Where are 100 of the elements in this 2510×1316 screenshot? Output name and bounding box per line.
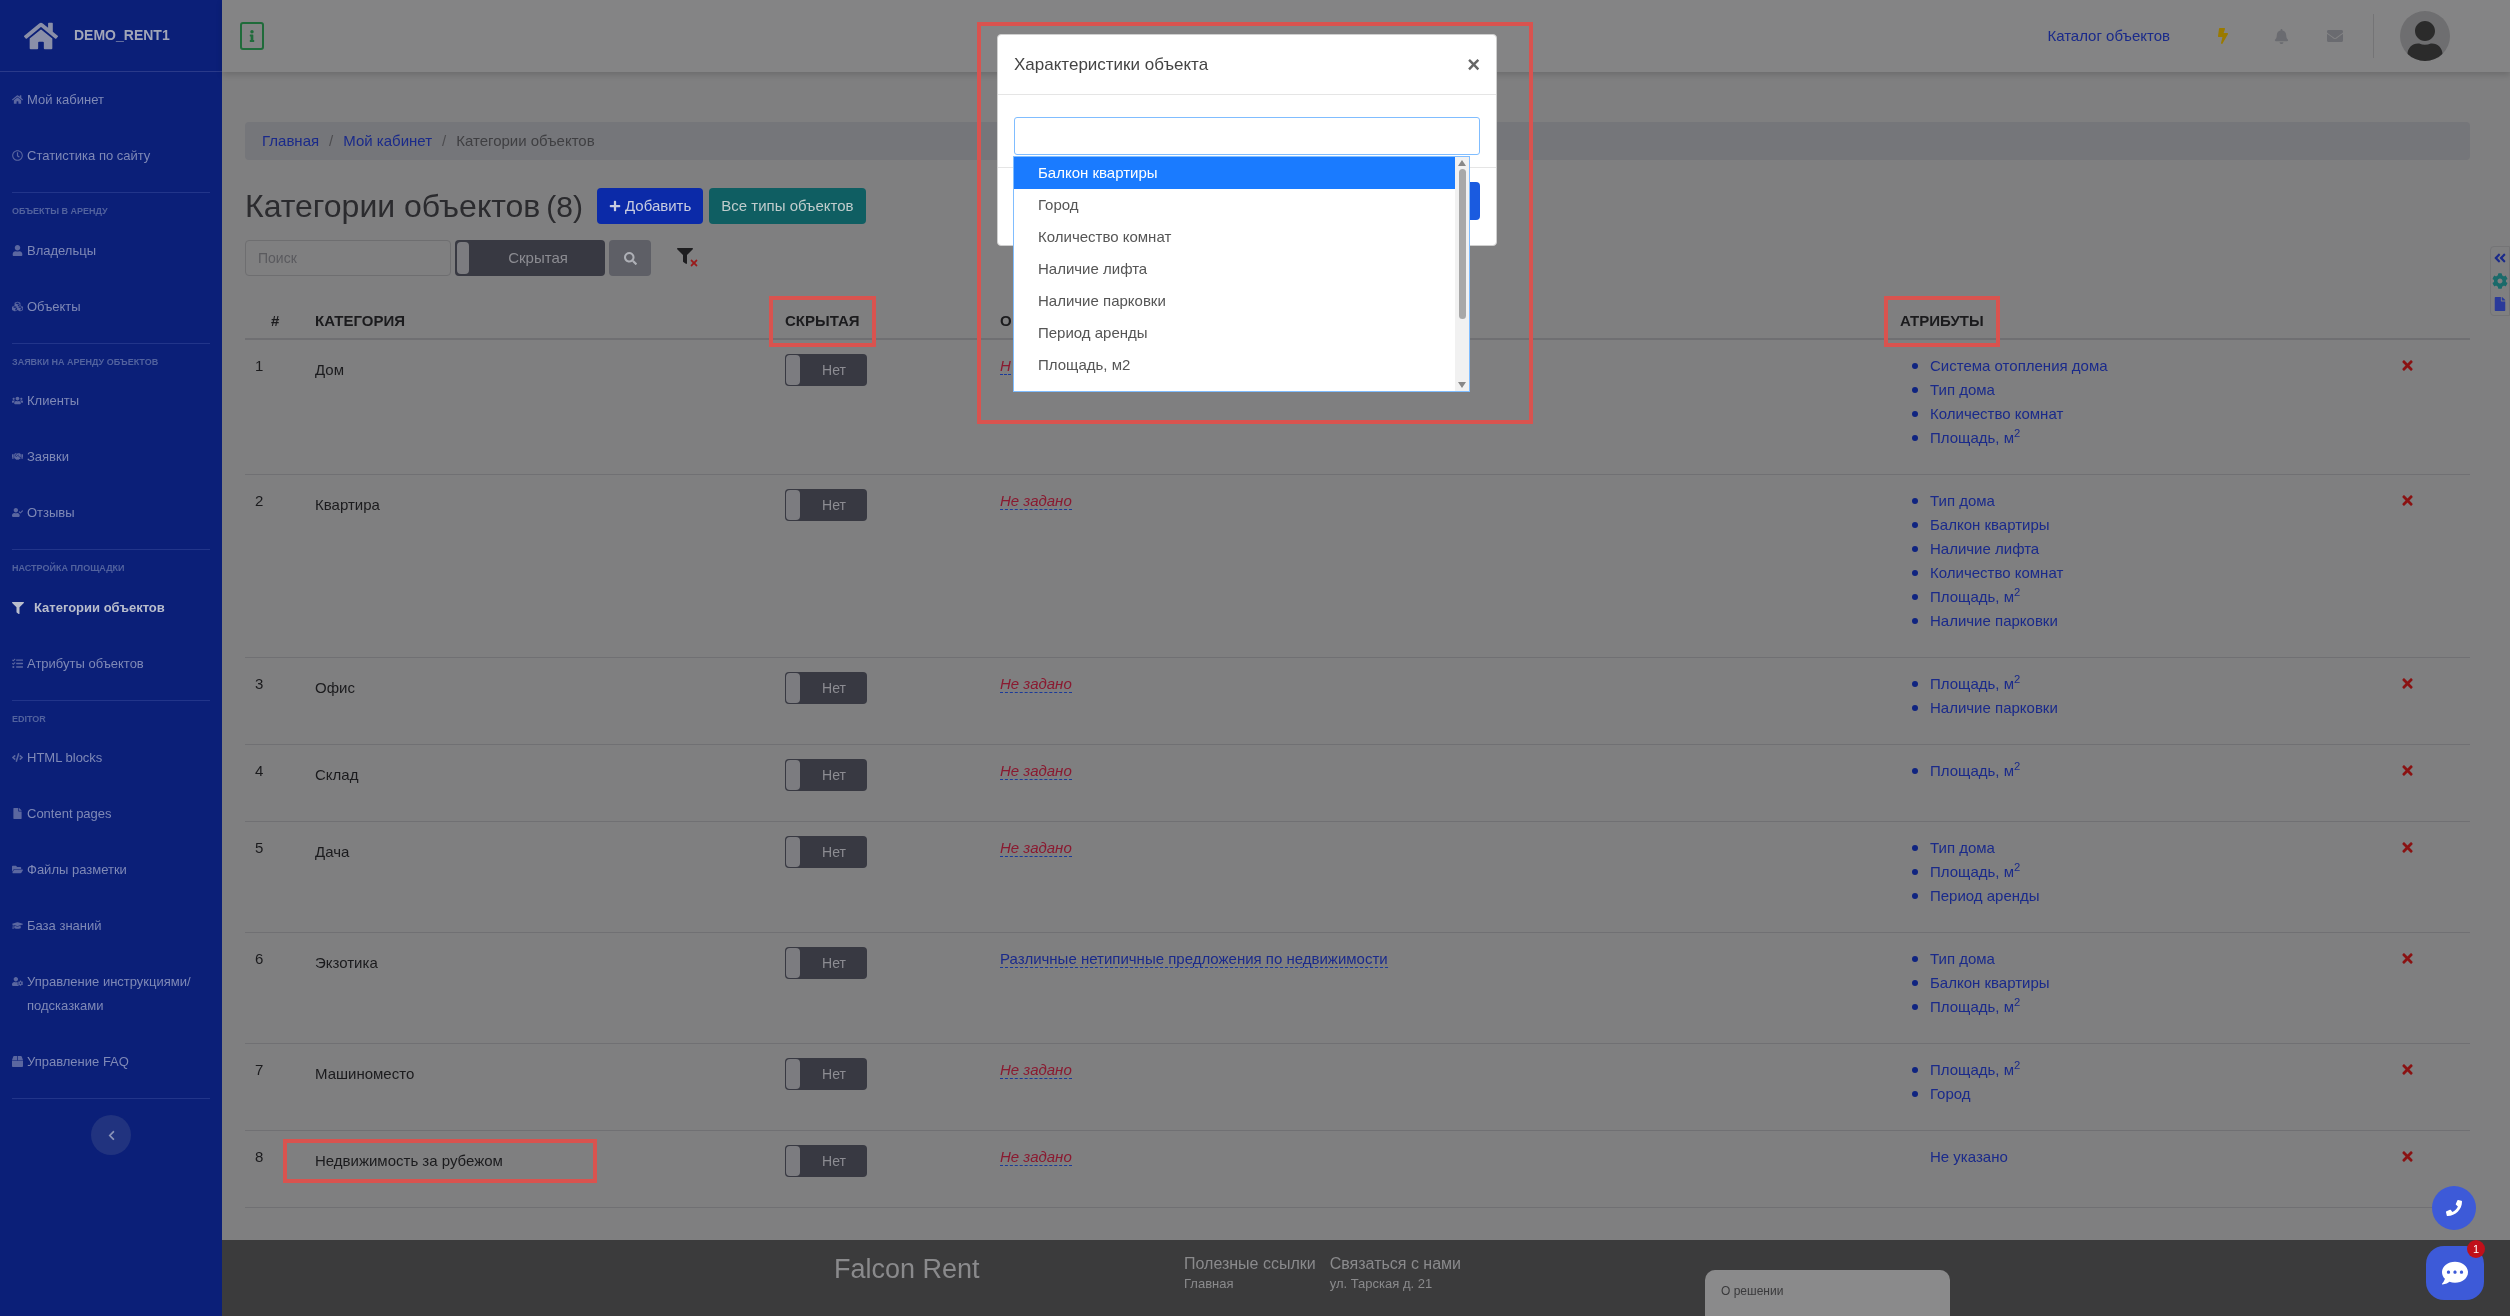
attribute-link[interactable]: Тип дома	[1930, 489, 1995, 513]
sidebar-item[interactable]: Файлы разметки	[12, 842, 210, 898]
description-link[interactable]: Не задано	[1000, 839, 1072, 857]
attribute-link[interactable]: Площадь, м$^{2}$	[1930, 585, 2021, 609]
row-number: 8	[254, 1147, 265, 1167]
sidebar-item[interactable]: Категории объектов	[12, 579, 210, 636]
close-button[interactable]: ×	[1467, 53, 1480, 76]
bell-icon[interactable]	[2274, 28, 2289, 44]
dropdown-option[interactable]: Наличие лифта	[1014, 253, 1455, 285]
attribute-link[interactable]: Площадь, м$^{2}$	[1930, 426, 2021, 450]
add-button[interactable]: Добавить	[597, 188, 704, 224]
clear-filter-icon[interactable]	[677, 248, 699, 268]
toggle-switch[interactable]: Нет	[785, 836, 867, 868]
attribute-link[interactable]: Тип дома	[1930, 947, 1995, 971]
delete-icon[interactable]	[2400, 493, 2415, 508]
toggle-switch[interactable]: Нет	[785, 947, 867, 979]
attribute-link[interactable]: Количество комнат	[1930, 561, 2064, 585]
category-name: Склад	[314, 765, 360, 785]
sidebar-item[interactable]: Заявки	[12, 429, 210, 485]
sidebar-item[interactable]: Атрибуты объектов	[12, 635, 210, 692]
attribute-link[interactable]: Наличие парковки	[1930, 696, 2058, 720]
toggle-switch[interactable]: Нет	[785, 1058, 867, 1090]
attribute-link[interactable]: Площадь, м$^{2}$	[1930, 672, 2021, 696]
toggle-switch[interactable]: Нет	[785, 354, 867, 386]
menu-icon	[12, 657, 23, 669]
attribute-link[interactable]: Наличие лифта	[1930, 537, 2040, 561]
sidebar-item[interactable]: Управление инструкциями/подсказками	[12, 954, 210, 1034]
bullet-icon	[1912, 594, 1918, 600]
attribute-link[interactable]: Система отопления дома	[1930, 354, 2108, 378]
description-link[interactable]: Не задано	[1000, 762, 1072, 780]
sidebar-item[interactable]: Отзывы	[12, 485, 210, 541]
delete-icon[interactable]	[2400, 1149, 2415, 1164]
sidebar-heading: НАСТРОЙКА ПЛОЩАДКИ	[12, 561, 126, 575]
all-types-button[interactable]: Все типы объектов	[709, 188, 866, 224]
attribute-link[interactable]: Площадь, м$^{2}$	[1930, 1058, 2021, 1082]
sidebar-item[interactable]: Content pages	[12, 786, 210, 842]
delete-icon[interactable]	[2400, 358, 2415, 373]
attribute-link[interactable]: Тип дома	[1930, 378, 1995, 402]
dropdown-option[interactable]: Количество комнат	[1014, 221, 1455, 253]
phone-button[interactable]	[2432, 1186, 2476, 1230]
attribute-link[interactable]: Количество комнат	[1930, 402, 2064, 426]
sidebar-item[interactable]: Мой кабинет	[12, 72, 210, 128]
info-button[interactable]	[240, 22, 264, 50]
collapse-sidebar-button[interactable]	[91, 1115, 131, 1155]
column-header: #	[270, 311, 281, 331]
search-button[interactable]	[609, 240, 651, 276]
description-link[interactable]: Различные нетипичные предложения по недвижимости	[1000, 950, 1388, 968]
dropdown-option[interactable]: Площадь, м2	[1014, 349, 1455, 381]
sidebar-item[interactable]: Владельцы	[12, 222, 210, 279]
sidebar-item[interactable]: Объекты	[12, 278, 210, 335]
description-link[interactable]: Не задано	[1000, 1061, 1072, 1079]
select-search-field[interactable]	[1014, 117, 1480, 155]
sidebar-item[interactable]: HTML blocks	[12, 730, 210, 786]
collapse-panel-icon[interactable]	[2493, 251, 2507, 265]
attribute-link[interactable]: Площадь, м$^{2}$	[1930, 995, 2021, 1019]
description-link[interactable]: Не задано	[1000, 1148, 1072, 1166]
breadcrumb-link[interactable]: Мой кабинет	[343, 129, 433, 153]
modal-title: Характеристики объекта	[1014, 53, 1209, 76]
delete-icon[interactable]	[2400, 676, 2415, 691]
delete-icon[interactable]	[2400, 840, 2415, 855]
hidden-filter-toggle[interactable]: Скрытая	[455, 240, 605, 276]
scroll-down-icon[interactable]	[1458, 382, 1466, 388]
description-link[interactable]: Не задано	[1000, 675, 1072, 693]
sidebar-item[interactable]: База знаний	[12, 898, 210, 954]
catalog-link[interactable]: Каталог объектов	[2047, 24, 2170, 48]
dropdown-option[interactable]: Город	[1014, 189, 1455, 221]
breadcrumb-link[interactable]: Главная	[262, 129, 320, 153]
gear-icon[interactable]	[2492, 273, 2508, 289]
attribute-link[interactable]: Площадь, м$^{2}$	[1930, 759, 2021, 783]
attribute-link[interactable]: Балкон квартиры	[1930, 971, 2050, 995]
attribute-link[interactable]: Город	[1930, 1082, 1971, 1106]
toggle-switch[interactable]: Нет	[785, 1145, 867, 1177]
mail-icon[interactable]	[2327, 28, 2343, 44]
sidebar-item[interactable]: Управление FAQ	[12, 1034, 210, 1090]
description-link[interactable]: Не задано	[1000, 492, 1072, 510]
delete-icon[interactable]	[2400, 763, 2415, 778]
dropdown-option[interactable]: Балкон квартиры	[1014, 157, 1455, 189]
dropdown-option[interactable]: Период аренды	[1014, 317, 1455, 349]
attribute-link[interactable]: Площадь, м$^{2}$	[1930, 860, 2021, 884]
attribute-link[interactable]: Период аренды	[1930, 884, 2040, 908]
footer-link[interactable]: ул. Тарская д. 21	[1329, 1274, 1462, 1294]
attribute-link[interactable]: Наличие парковки	[1930, 609, 2058, 633]
avatar[interactable]	[2400, 11, 2450, 61]
sidebar-item[interactable]: Клиенты	[12, 373, 210, 429]
sidebar-item[interactable]: Статистика по сайту	[12, 128, 210, 184]
scrollbar[interactable]	[1455, 157, 1469, 391]
bullet-icon	[1912, 498, 1918, 504]
chat-button[interactable]	[2426, 1246, 2484, 1300]
dropdown-option[interactable]: Наличие парковки	[1014, 285, 1455, 317]
attribute-link[interactable]: Тип дома	[1930, 836, 1995, 860]
description-link[interactable]: Н	[1000, 357, 1011, 375]
row-number: 5	[254, 838, 265, 858]
toggle-switch[interactable]: Нет	[785, 759, 867, 791]
footer-link[interactable]: Главная	[1184, 1274, 1316, 1294]
delete-icon[interactable]	[2400, 951, 2415, 966]
toggle-switch[interactable]: Нет	[785, 672, 867, 704]
toggle-switch[interactable]: Нет	[785, 489, 867, 521]
attribute-link[interactable]: Балкон квартиры	[1930, 513, 2050, 537]
delete-icon[interactable]	[2400, 1062, 2415, 1077]
file-icon[interactable]	[2493, 297, 2507, 311]
